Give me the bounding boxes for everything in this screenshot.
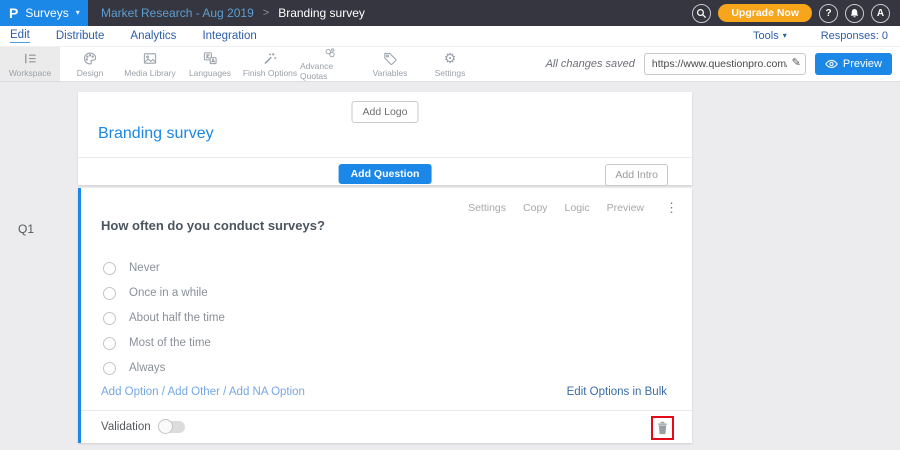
toolbar-item-finish-options[interactable]: Finish Options xyxy=(240,47,300,81)
survey-editor: Q1 Add Logo Branding survey Add Question… xyxy=(0,82,900,450)
notifications-bell-icon[interactable] xyxy=(845,4,864,23)
radio-button[interactable] xyxy=(103,337,116,350)
toolbar-item-variables[interactable]: Variables xyxy=(360,47,420,81)
question-actions: Settings Copy Logic Preview ⋮ xyxy=(468,200,678,216)
radio-button[interactable] xyxy=(103,262,116,275)
toolbar-item-media-library[interactable]: Media Library xyxy=(120,47,180,81)
help-button[interactable]: ? xyxy=(819,4,838,23)
save-status: All changes saved xyxy=(546,58,635,70)
survey-title[interactable]: Branding survey xyxy=(98,125,214,143)
radio-button[interactable] xyxy=(103,362,116,375)
topbar: P Surveys ▾ Market Research - Aug 2019 >… xyxy=(0,0,900,26)
settings-gear-icon: ⚙ xyxy=(444,51,457,66)
delete-question-highlight[interactable] xyxy=(651,416,674,440)
tab-distribute[interactable]: Distribute xyxy=(56,30,105,42)
tab-edit[interactable]: Edit xyxy=(10,29,30,43)
option-add-links: Add Option / Add Other / Add NA Option xyxy=(101,386,305,398)
option-label[interactable]: Always xyxy=(129,362,165,374)
toolbar-item-workspace[interactable]: Workspace xyxy=(0,47,60,81)
survey-url-wrap: ✎ xyxy=(644,53,806,75)
survey-url-input[interactable] xyxy=(644,53,806,75)
answer-options: Never Once in a while About half the tim… xyxy=(103,261,225,375)
edit-toolbar: Workspace Design Media Library Languages… xyxy=(0,46,900,82)
question-settings-link[interactable]: Settings xyxy=(468,202,506,214)
account-avatar[interactable]: A xyxy=(871,4,890,23)
toolbar-item-label: Languages xyxy=(189,68,231,78)
add-option-link[interactable]: Add Option xyxy=(101,386,159,398)
tools-menu[interactable]: Tools ▾ xyxy=(753,30,787,42)
toolbar-right: All changes saved ✎ Preview xyxy=(546,47,900,81)
questionpro-app: P Surveys ▾ Market Research - Aug 2019 >… xyxy=(0,0,900,450)
survey-header-card: Add Logo Branding survey Add Question Ad… xyxy=(78,92,692,185)
kebab-menu-icon[interactable]: ⋮ xyxy=(665,200,678,216)
tab-analytics[interactable]: Analytics xyxy=(130,30,176,42)
question-copy-link[interactable]: Copy xyxy=(523,202,548,214)
toolbar-item-languages[interactable]: Languages xyxy=(180,47,240,81)
edit-options-in-bulk-link[interactable]: Edit Options in Bulk xyxy=(567,386,667,398)
preview-label: Preview xyxy=(843,58,882,70)
add-question-button[interactable]: Add Question xyxy=(339,164,432,184)
radio-button[interactable] xyxy=(103,287,116,300)
toggle-knob xyxy=(158,419,173,434)
toolbar-item-label: Media Library xyxy=(124,68,176,78)
caret-down-icon: ▾ xyxy=(76,9,80,17)
toolbar-item-label: Settings xyxy=(435,68,466,78)
preview-button[interactable]: Preview xyxy=(815,53,892,75)
product-switcher[interactable]: P Surveys ▾ xyxy=(0,0,88,26)
option-row: Never xyxy=(103,261,225,275)
responses-count[interactable]: Responses: 0 xyxy=(821,30,888,42)
divider xyxy=(78,157,692,158)
upgrade-now-button[interactable]: Upgrade Now xyxy=(718,4,812,22)
toolbar-item-design[interactable]: Design xyxy=(60,47,120,81)
radio-button[interactable] xyxy=(103,312,116,325)
question-card: Settings Copy Logic Preview ⋮ How often … xyxy=(78,188,692,443)
caret-down-icon: ▾ xyxy=(783,32,787,40)
add-intro-button[interactable]: Add Intro xyxy=(605,164,668,186)
search-icon[interactable] xyxy=(692,4,711,23)
add-logo-button[interactable]: Add Logo xyxy=(352,101,419,123)
nav-right: Tools ▾ Responses: 0 xyxy=(753,30,900,42)
option-label[interactable]: Never xyxy=(129,262,160,274)
edit-url-pencil-icon[interactable]: ✎ xyxy=(792,56,801,69)
option-label[interactable]: Most of the time xyxy=(129,337,211,349)
divider xyxy=(81,410,692,411)
toolbar-item-advance-quotas[interactable]: Advance Quotas xyxy=(300,47,360,81)
link-separator: / xyxy=(159,386,168,398)
toolbar-item-label: Workspace xyxy=(9,68,51,78)
eye-icon xyxy=(825,59,838,69)
question-logic-link[interactable]: Logic xyxy=(565,202,590,214)
validation-row: Validation xyxy=(101,421,185,433)
breadcrumb-folder[interactable]: Market Research - Aug 2019 xyxy=(101,6,254,20)
option-row: Once in a while xyxy=(103,286,225,300)
toolbar-item-label: Design xyxy=(77,68,103,78)
surveys-menu-label: Surveys xyxy=(25,6,68,20)
breadcrumb: Market Research - Aug 2019 > Branding su… xyxy=(101,6,365,20)
option-row: About half the time xyxy=(103,311,225,325)
question-number: Q1 xyxy=(18,222,34,236)
tools-label: Tools xyxy=(753,30,779,42)
tab-integration[interactable]: Integration xyxy=(202,30,256,42)
toolbar-item-label: Variables xyxy=(373,68,408,78)
add-na-option-link[interactable]: Add NA Option xyxy=(229,386,305,398)
questionpro-logo: P xyxy=(9,6,18,20)
toolbar-item-settings[interactable]: ⚙ Settings xyxy=(420,47,480,81)
question-preview-link[interactable]: Preview xyxy=(607,202,644,214)
topbar-actions: Upgrade Now ? A xyxy=(692,4,900,23)
option-label[interactable]: Once in a while xyxy=(129,287,208,299)
question-text[interactable]: How often do you conduct surveys? xyxy=(101,218,325,233)
option-row: Most of the time xyxy=(103,336,225,350)
trash-icon xyxy=(657,421,668,435)
toolbar-item-label: Finish Options xyxy=(243,68,297,78)
main-nav: Edit Distribute Analytics Integration To… xyxy=(0,26,900,46)
breadcrumb-survey-name: Branding survey xyxy=(278,6,365,20)
toolbar-item-label: Advance Quotas xyxy=(300,61,360,81)
validation-toggle[interactable] xyxy=(159,421,185,433)
validation-label: Validation xyxy=(101,421,151,433)
breadcrumb-separator: > xyxy=(263,7,269,19)
option-row: Always xyxy=(103,361,225,375)
option-label[interactable]: About half the time xyxy=(129,312,225,324)
link-separator: / xyxy=(220,386,229,398)
add-other-link[interactable]: Add Other xyxy=(168,386,220,398)
